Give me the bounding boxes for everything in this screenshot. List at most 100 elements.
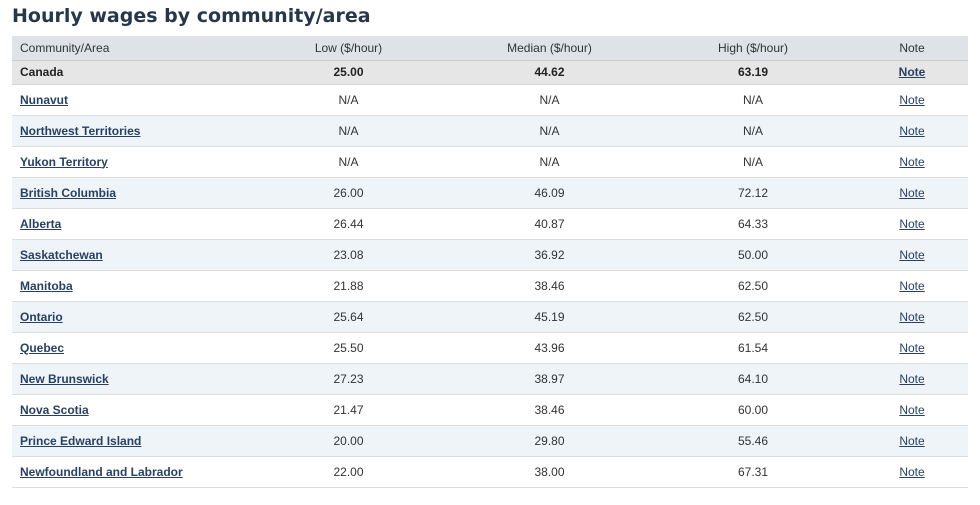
- median-cell: 38.46: [449, 394, 650, 426]
- note-cell: Note: [856, 425, 968, 457]
- median-cell: 45.19: [449, 301, 650, 333]
- table-row: Newfoundland and Labrador 22.00 38.00 67.31…: [12, 456, 968, 488]
- area-cell: Manitoba: [12, 270, 248, 302]
- high-cell: N/A: [650, 84, 856, 116]
- median-cell: N/A: [449, 115, 650, 147]
- area-link[interactable]: Quebec: [20, 341, 64, 355]
- table-row: British Columbia 26.00 46.09 72.12 Note: [12, 177, 968, 209]
- note-cell: Note: [856, 115, 968, 147]
- header-high: High ($/hour): [650, 36, 856, 61]
- area-link[interactable]: Yukon Territory: [20, 155, 108, 169]
- table-row: Prince Edward Island 20.00 29.80 55.46 Note: [12, 425, 968, 457]
- note-link[interactable]: Note: [899, 372, 924, 386]
- page-title: Hourly wages by community/area: [12, 5, 371, 27]
- high-cell: 55.46: [650, 425, 856, 457]
- area-link[interactable]: Nunavut: [20, 93, 68, 107]
- low-cell: 21.88: [248, 270, 449, 302]
- low-cell: 25.64: [248, 301, 449, 333]
- note-cell: Note: [856, 177, 968, 209]
- note-cell: Note: [856, 363, 968, 395]
- area-link[interactable]: Alberta: [20, 217, 61, 231]
- area-link[interactable]: British Columbia: [20, 186, 116, 200]
- note-link[interactable]: Note: [899, 248, 924, 262]
- note-link[interactable]: Note: [899, 341, 924, 355]
- median-cell: 29.80: [449, 425, 650, 457]
- note-link[interactable]: Note: [899, 155, 924, 169]
- note-link[interactable]: Note: [899, 65, 926, 79]
- area-link[interactable]: Prince Edward Island: [20, 434, 141, 448]
- note-cell: Note: [856, 270, 968, 302]
- wages-section: Hourly wages by community/area Community…: [0, 0, 968, 488]
- high-cell: 50.00: [650, 239, 856, 271]
- area-cell: Yukon Territory: [12, 146, 248, 178]
- header-median: Median ($/hour): [449, 36, 650, 61]
- table-row: Saskatchewan 23.08 36.92 50.00 Note: [12, 239, 968, 271]
- area-cell: Saskatchewan: [12, 239, 248, 271]
- high-cell: 67.31: [650, 456, 856, 488]
- note-link[interactable]: Note: [899, 217, 924, 231]
- note-cell: Note: [856, 456, 968, 488]
- canada-note-cell: Note: [856, 60, 968, 85]
- note-link[interactable]: Note: [899, 124, 924, 138]
- median-cell: 38.97: [449, 363, 650, 395]
- area-link[interactable]: New Brunswick: [20, 372, 109, 386]
- note-cell: Note: [856, 84, 968, 116]
- note-link[interactable]: Note: [899, 93, 924, 107]
- median-cell: 38.46: [449, 270, 650, 302]
- header-area: Community/Area: [12, 36, 248, 61]
- note-link[interactable]: Note: [899, 310, 924, 324]
- area-link[interactable]: Manitoba: [20, 279, 73, 293]
- low-cell: 23.08: [248, 239, 449, 271]
- note-cell: Note: [856, 301, 968, 333]
- note-cell: Note: [856, 394, 968, 426]
- high-cell: N/A: [650, 115, 856, 147]
- area-cell: Prince Edward Island: [12, 425, 248, 457]
- median-cell: N/A: [449, 146, 650, 178]
- note-cell: Note: [856, 146, 968, 178]
- area-cell: Nova Scotia: [12, 394, 248, 426]
- canada-median: 44.62: [449, 60, 650, 85]
- area-link[interactable]: Northwest Territories: [20, 124, 140, 138]
- area-link[interactable]: Saskatchewan: [20, 248, 103, 262]
- area-cell: Newfoundland and Labrador: [12, 456, 248, 488]
- low-cell: 26.44: [248, 208, 449, 240]
- wages-table: Community/Area Low ($/hour) Median ($/ho…: [12, 36, 968, 488]
- high-cell: 61.54: [650, 332, 856, 364]
- median-cell: 46.09: [449, 177, 650, 209]
- low-cell: N/A: [248, 115, 449, 147]
- canada-high: 63.19: [650, 60, 856, 85]
- table-row: Nova Scotia 21.47 38.46 60.00 Note: [12, 394, 968, 426]
- table-row: Quebec 25.50 43.96 61.54 Note: [12, 332, 968, 364]
- note-link[interactable]: Note: [899, 279, 924, 293]
- low-cell: 27.23: [248, 363, 449, 395]
- low-cell: N/A: [248, 84, 449, 116]
- high-cell: 62.50: [650, 301, 856, 333]
- canada-low: 25.00: [248, 60, 449, 85]
- high-cell: 72.12: [650, 177, 856, 209]
- note-link[interactable]: Note: [899, 465, 924, 479]
- median-cell: 36.92: [449, 239, 650, 271]
- table-header: Community/Area Low ($/hour) Median ($/ho…: [12, 36, 968, 85]
- area-cell: Nunavut: [12, 84, 248, 116]
- table-row: Alberta 26.44 40.87 64.33 Note: [12, 208, 968, 240]
- header-low: Low ($/hour): [248, 36, 449, 61]
- area-link[interactable]: Ontario: [20, 310, 63, 324]
- area-cell: Alberta: [12, 208, 248, 240]
- area-link[interactable]: Nova Scotia: [20, 403, 89, 417]
- note-link[interactable]: Note: [899, 434, 924, 448]
- table-row: Manitoba 21.88 38.46 62.50 Note: [12, 270, 968, 302]
- median-cell: 40.87: [449, 208, 650, 240]
- median-cell: N/A: [449, 84, 650, 116]
- area-cell: Quebec: [12, 332, 248, 364]
- note-cell: Note: [856, 332, 968, 364]
- area-cell: Ontario: [12, 301, 248, 333]
- high-cell: 62.50: [650, 270, 856, 302]
- header-note: Note: [856, 36, 968, 61]
- table-row: Nunavut N/A N/A N/A Note: [12, 84, 968, 116]
- note-link[interactable]: Note: [899, 186, 924, 200]
- low-cell: 22.00: [248, 456, 449, 488]
- low-cell: N/A: [248, 146, 449, 178]
- area-link[interactable]: Newfoundland and Labrador: [20, 465, 183, 479]
- note-link[interactable]: Note: [899, 403, 924, 417]
- median-cell: 38.00: [449, 456, 650, 488]
